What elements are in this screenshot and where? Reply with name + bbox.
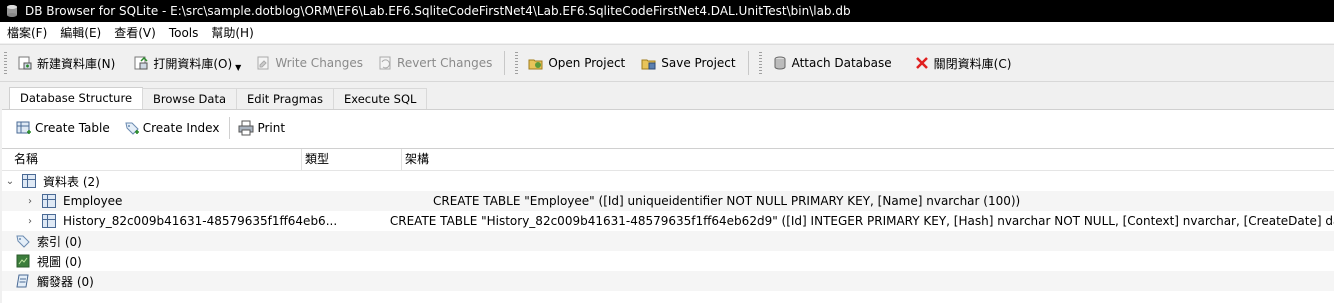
revert-changes-button[interactable]: Revert Changes — [373, 50, 498, 76]
table-name: Employee — [63, 194, 123, 208]
toolbar-separator — [747, 51, 749, 75]
column-header-name[interactable]: 名稱 — [2, 149, 302, 170]
tables-node-label: 資料表 (2) — [43, 174, 100, 189]
window-title: DB Browser for SQLite - E:\src\sample.do… — [25, 4, 851, 18]
chevron-down-icon[interactable]: ▼ — [235, 63, 241, 72]
table-icon — [42, 194, 56, 208]
views-node-label: 視圖 (0) — [37, 254, 82, 269]
table-icon — [42, 214, 56, 228]
toolbar-grip[interactable] — [515, 52, 519, 74]
main-toolbar: 新建資料庫(N) 打開資料庫(O) ▼ Write Changes Revert… — [0, 44, 1334, 82]
create-table-label: Create Table — [35, 120, 110, 135]
save-project-label: Save Project — [661, 56, 736, 70]
open-project-icon — [528, 59, 543, 70]
save-project-icon — [641, 59, 656, 70]
new-database-icon — [18, 56, 32, 70]
indices-node-label: 索引 (0) — [37, 234, 82, 249]
open-database-button[interactable]: 打開資料庫(O) ▼ — [129, 50, 247, 76]
close-database-label: 關閉資料庫(C) — [933, 56, 1012, 71]
tree-header: 名稱 類型 架構 — [2, 149, 1334, 171]
printer-icon — [238, 120, 254, 135]
toolbar-separator — [229, 116, 231, 139]
create-index-label: Create Index — [142, 120, 220, 135]
print-label: Print — [257, 120, 286, 135]
create-index-icon — [125, 122, 139, 135]
tab-browse-data[interactable]: Browse Data — [142, 88, 238, 109]
toolbar-grip[interactable] — [4, 52, 7, 74]
triggers-node-label: 觸發器 (0) — [37, 274, 94, 289]
tree-node-views[interactable]: › 視圖 (0) — [2, 251, 1334, 271]
toolbar-grip[interactable] — [758, 52, 762, 74]
close-database-button[interactable]: 關閉資料庫(C) — [910, 50, 1018, 76]
tab-database-structure[interactable]: Database Structure — [9, 87, 144, 109]
table-icon — [22, 174, 36, 188]
menu-view[interactable]: 查看(V) — [107, 24, 162, 41]
attach-database-label: Attach Database — [791, 56, 892, 70]
new-database-button[interactable]: 新建資料庫(N) — [13, 50, 121, 76]
chevron-right-icon[interactable]: › — [24, 216, 36, 227]
create-table-icon — [16, 121, 31, 134]
save-project-button[interactable]: Save Project — [637, 50, 741, 76]
tree-node-tables[interactable]: ⌄ 資料表 (2) — [2, 171, 1334, 191]
create-index-button[interactable]: Create Index — [124, 120, 220, 136]
print-button[interactable]: Print — [238, 120, 285, 136]
main-tabs: Database Structure Browse Data Edit Prag… — [0, 87, 1334, 109]
structure-toolbar: Create Table Create Index Print — [2, 110, 1334, 145]
open-database-label: 打開資料庫(O) — [153, 56, 233, 71]
menu-bar: 檔案(F) 編輯(E) 查看(V) Tools 幫助(H) — [0, 22, 1334, 43]
table-schema: CREATE TABLE "History_82c009b41631-48579… — [389, 214, 1334, 228]
chevron-right-icon[interactable]: › — [24, 196, 36, 207]
table-row[interactable]: › Employee CREATE TABLE "Employee" ([Id]… — [2, 191, 1334, 211]
create-table-button[interactable]: Create Table — [16, 120, 110, 136]
attach-database-button[interactable]: Attach Database — [768, 50, 898, 76]
close-icon — [915, 57, 928, 69]
menu-file[interactable]: 檔案(F) — [0, 24, 53, 41]
chevron-down-icon[interactable]: ⌄ — [4, 176, 16, 187]
menu-tools[interactable]: Tools — [162, 26, 205, 40]
title-bar: DB Browser for SQLite - E:\src\sample.do… — [0, 0, 1334, 22]
attach-database-icon — [774, 56, 786, 70]
tree-node-triggers[interactable]: › 觸發器 (0) — [2, 271, 1334, 291]
revert-changes-icon — [379, 56, 391, 70]
write-changes-label: Write Changes — [275, 56, 364, 70]
open-project-label: Open Project — [548, 56, 626, 70]
menu-edit[interactable]: 編輯(E) — [53, 24, 107, 41]
table-schema: CREATE TABLE "Employee" ([Id] uniqueiden… — [433, 194, 1021, 208]
write-changes-button[interactable]: Write Changes — [251, 50, 369, 76]
open-project-button[interactable]: Open Project — [524, 50, 631, 76]
column-header-schema[interactable]: 架構 — [402, 149, 429, 170]
revert-changes-label: Revert Changes — [397, 56, 493, 70]
index-icon — [16, 235, 30, 248]
tab-edit-pragmas[interactable]: Edit Pragmas — [236, 88, 335, 109]
menu-help[interactable]: 幫助(H) — [204, 24, 259, 41]
write-changes-icon — [257, 56, 269, 70]
new-database-label: 新建資料庫(N) — [37, 56, 116, 71]
tree-node-indices[interactable]: › 索引 (0) — [2, 231, 1334, 251]
database-structure-panel: Create Table Create Index Print 名稱 類型 架構 — [2, 109, 1334, 303]
table-row[interactable]: › History_82c009b41631-48579635f1ff64eb6… — [2, 211, 1334, 231]
column-header-type[interactable]: 類型 — [302, 149, 402, 170]
schema-tree: 名稱 類型 架構 ⌄ 資料表 (2) › Employee CREATE TAB… — [2, 148, 1334, 291]
trigger-icon — [16, 274, 29, 288]
database-app-icon — [7, 5, 17, 17]
table-name: History_82c009b41631-48579635f1ff64eb6..… — [63, 214, 338, 228]
view-icon — [16, 254, 30, 268]
toolbar-separator — [504, 51, 506, 75]
tab-execute-sql[interactable]: Execute SQL — [333, 88, 428, 109]
open-database-icon — [134, 56, 148, 70]
